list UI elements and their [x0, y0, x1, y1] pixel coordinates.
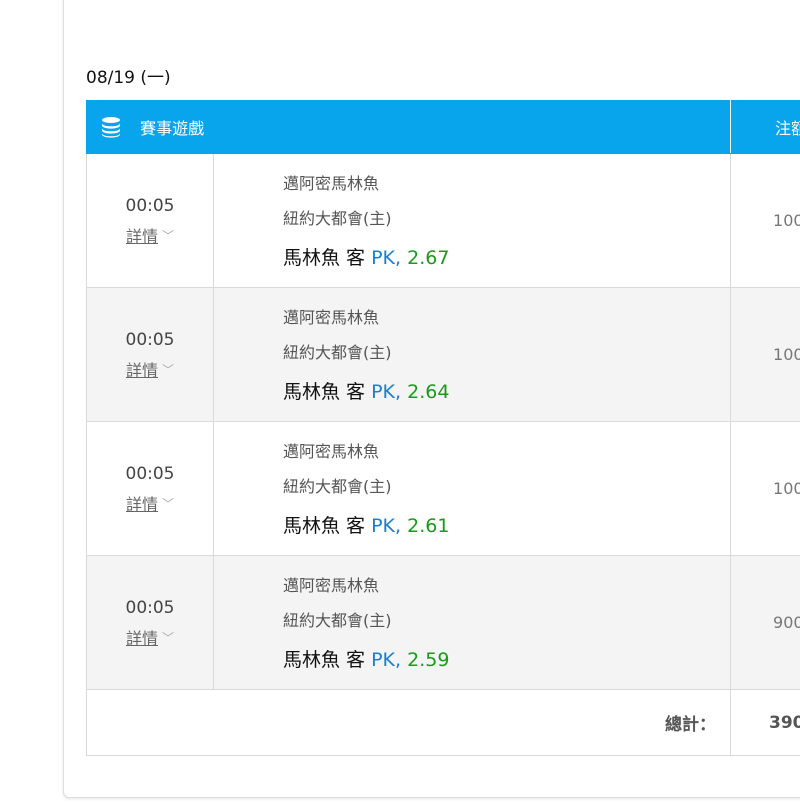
- pick-type: PK,: [371, 649, 402, 671]
- database-icon: [102, 117, 120, 138]
- team-away: 邁阿密馬林魚: [283, 308, 380, 327]
- bet-table: 賽事遊戲 注額 00:05 詳情 ﹀ 邁阿密馬林魚 紐約大都會(主) 馬林魚 客 …: [85, 100, 800, 756]
- total-label: 總計：: [85, 689, 732, 756]
- chevron-down-icon: ﹀: [162, 631, 175, 645]
- pick-type: PK,: [371, 381, 402, 403]
- time-cell: 00:05 詳情 ﹀: [86, 153, 214, 288]
- details-link[interactable]: 詳情 ﹀: [126, 491, 174, 515]
- match-time: 00:05: [125, 330, 175, 350]
- bet-amount: 1000: [730, 287, 800, 422]
- header-game-column: 賽事遊戲: [85, 100, 732, 154]
- pick-type: PK,: [371, 247, 402, 269]
- bet-amount: 900: [730, 555, 800, 690]
- bet-detail-cell: 邁阿密馬林魚 紐約大都會(主) 馬林魚 客 PK, 2.61: [212, 421, 732, 556]
- header-game-label: 賽事遊戲: [140, 119, 205, 138]
- details-link[interactable]: 詳情 ﹀: [126, 223, 174, 247]
- pick-label: 馬林魚 客: [283, 247, 366, 269]
- odds-value: 2.59: [407, 649, 450, 671]
- odds-value: 2.64: [407, 381, 450, 403]
- bet-detail-cell: 邁阿密馬林魚 紐約大都會(主) 馬林魚 客 PK, 2.64: [212, 287, 732, 422]
- team-away: 邁阿密馬林魚: [283, 576, 380, 595]
- chevron-down-icon: ﹀: [162, 497, 175, 511]
- time-cell: 00:05 詳情 ﹀: [86, 555, 214, 690]
- pick-label: 馬林魚 客: [283, 649, 366, 671]
- match-time: 00:05: [125, 598, 175, 618]
- total-row: 總計： 3900: [85, 689, 800, 756]
- details-link-label: 詳情: [125, 495, 158, 514]
- details-link[interactable]: 詳情 ﹀: [126, 625, 174, 649]
- team-home: 紐約大都會(主): [283, 611, 392, 630]
- chevron-down-icon: ﹀: [162, 363, 175, 377]
- details-link[interactable]: 詳情 ﹀: [126, 357, 174, 381]
- odds-value: 2.61: [407, 515, 450, 537]
- odds-value: 2.67: [407, 247, 450, 269]
- table-row: 00:05 詳情 ﹀ 邁阿密馬林魚 紐約大都會(主) 馬林魚 客 PK, 2.64…: [86, 287, 800, 422]
- details-link-label: 詳情: [125, 227, 158, 246]
- bet-amount: 1000: [730, 421, 800, 556]
- details-link-label: 詳情: [125, 629, 158, 648]
- pick-label: 馬林魚 客: [283, 515, 366, 537]
- chevron-down-icon: ﹀: [162, 229, 175, 243]
- date-heading: 08/19 (一): [86, 68, 171, 88]
- team-away: 邁阿密馬林魚: [283, 442, 380, 461]
- team-home: 紐約大都會(主): [283, 209, 392, 228]
- match-time: 00:05: [125, 196, 175, 216]
- table-header: 賽事遊戲 注額: [85, 100, 800, 154]
- table-row: 00:05 詳情 ﹀ 邁阿密馬林魚 紐約大都會(主) 馬林魚 客 PK, 2.61…: [86, 421, 800, 556]
- team-home: 紐約大都會(主): [283, 477, 392, 496]
- total-value: 3900: [730, 689, 800, 756]
- time-cell: 00:05 詳情 ﹀: [86, 421, 214, 556]
- team-away: 邁阿密馬林魚: [283, 174, 380, 193]
- bet-selection: 馬林魚 客 PK, 2.64: [283, 380, 730, 404]
- bet-selection: 馬林魚 客 PK, 2.67: [283, 246, 730, 270]
- details-link-label: 詳情: [125, 361, 158, 380]
- bet-selection: 馬林魚 客 PK, 2.59: [283, 648, 730, 672]
- header-amount-label: 注額: [730, 100, 800, 154]
- time-cell: 00:05 詳情 ﹀: [86, 287, 214, 422]
- table-row: 00:05 詳情 ﹀ 邁阿密馬林魚 紐約大都會(主) 馬林魚 客 PK, 2.59…: [86, 555, 800, 690]
- bet-detail-cell: 邁阿密馬林魚 紐約大都會(主) 馬林魚 客 PK, 2.67: [212, 153, 732, 288]
- match-time: 00:05: [125, 464, 175, 484]
- table-row: 00:05 詳情 ﹀ 邁阿密馬林魚 紐約大都會(主) 馬林魚 客 PK, 2.67…: [86, 153, 800, 288]
- team-home: 紐約大都會(主): [283, 343, 392, 362]
- bet-selection: 馬林魚 客 PK, 2.61: [283, 514, 730, 538]
- bet-detail-cell: 邁阿密馬林魚 紐約大都會(主) 馬林魚 客 PK, 2.59: [212, 555, 732, 690]
- bet-amount: 1000: [730, 153, 800, 288]
- pick-type: PK,: [371, 515, 402, 537]
- pick-label: 馬林魚 客: [283, 381, 366, 403]
